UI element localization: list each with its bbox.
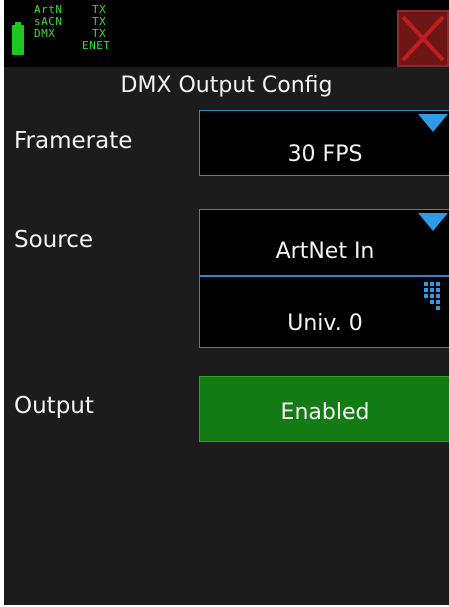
output-toggle-button[interactable]: Enabled bbox=[199, 376, 449, 442]
sacn-status-value: TX bbox=[92, 15, 107, 28]
framerate-label: Framerate bbox=[14, 128, 133, 154]
screen-title: DMX Output Config bbox=[120, 73, 333, 98]
triangle-down-icon bbox=[418, 213, 448, 231]
triangle-down-icon bbox=[418, 114, 448, 132]
device-screen: ArtN TX sACN TX DMX TX ENET DMX Output C… bbox=[4, 0, 449, 605]
source-value: ArtNet In bbox=[275, 239, 375, 264]
artnet-status-value: TX bbox=[92, 3, 107, 16]
dmx-status-value: TX bbox=[92, 27, 107, 40]
universe-input[interactable]: Univ. 0 bbox=[199, 276, 449, 348]
close-button[interactable] bbox=[397, 10, 449, 67]
status-bar: ArtN TX sACN TX DMX TX ENET bbox=[4, 0, 449, 67]
close-x-icon bbox=[401, 15, 445, 62]
artnet-status-label: ArtN bbox=[34, 3, 63, 16]
sacn-status-label: sACN bbox=[34, 15, 63, 28]
dmx-status-label: DMX bbox=[34, 27, 56, 40]
source-dropdown[interactable]: ArtNet In bbox=[199, 209, 449, 276]
framerate-dropdown[interactable]: 30 FPS bbox=[199, 110, 449, 176]
framerate-value: 30 FPS bbox=[287, 142, 363, 167]
output-label: Output bbox=[14, 393, 94, 419]
universe-value: Univ. 0 bbox=[287, 311, 363, 336]
network-status: ENET bbox=[82, 39, 111, 52]
source-label: Source bbox=[14, 227, 93, 253]
battery-icon bbox=[12, 22, 24, 55]
output-value: Enabled bbox=[280, 400, 370, 425]
